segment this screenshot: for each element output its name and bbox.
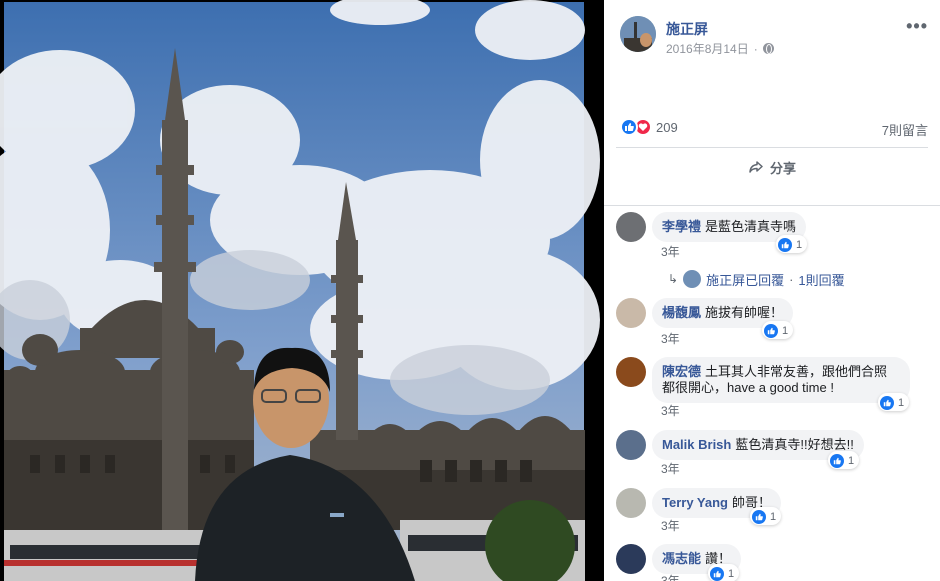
comment-time[interactable]: 3年: [661, 517, 680, 534]
commenter-name[interactable]: 楊馥鳳: [662, 305, 701, 320]
comment-item: Terry Yang 帥哥！ 1 3年: [616, 488, 936, 538]
commenter-name[interactable]: 陳宏德: [662, 364, 701, 379]
like-icon: [710, 566, 724, 581]
post-date[interactable]: 2016年8月14日: [666, 40, 749, 57]
share-button[interactable]: 分享: [616, 152, 928, 182]
commenter-name[interactable]: Terry Yang: [662, 495, 728, 510]
globe-icon: [762, 43, 774, 54]
comment-text: 施拔有帥喔！: [705, 305, 784, 320]
comment-time[interactable]: 3年: [661, 243, 680, 260]
comment-text: 是藍色清真寺嗎: [705, 219, 797, 234]
comment-like-badge[interactable]: 1: [750, 507, 782, 525]
comment-time[interactable]: 3年: [661, 402, 680, 419]
reaction-count[interactable]: 209: [656, 120, 678, 135]
comment-like-badge[interactable]: 1: [708, 564, 740, 581]
comment-bubble: 陳宏德 土耳其人非常友善，跟他們合照都很開心，have a good time !: [652, 357, 910, 403]
like-icon: [830, 453, 844, 468]
comment-time[interactable]: 3年: [661, 330, 680, 347]
reply-avatar: [683, 270, 702, 288]
like-icon: [880, 395, 894, 410]
author-avatar[interactable]: [620, 16, 656, 52]
commenter-avatar[interactable]: [616, 488, 646, 518]
post-photo[interactable]: [0, 0, 604, 581]
comment-like-badge[interactable]: 1: [878, 393, 910, 411]
reply-summary[interactable]: ↳ 施正屏已回覆 · 1則回覆: [668, 270, 845, 288]
reaction-bar: 209 7則留言: [620, 118, 928, 138]
comment-time[interactable]: 3年: [661, 572, 680, 581]
reply-author-text: 施正屏已回覆: [706, 272, 785, 288]
commenter-avatar[interactable]: [616, 298, 646, 328]
like-icon: [764, 323, 778, 338]
post-panel: 施正屏 2016年8月14日 · ••• 209 7則留言 分享 李學禮 是藍色清…: [604, 0, 940, 581]
commenter-avatar[interactable]: [616, 357, 646, 387]
commenter-avatar[interactable]: [616, 212, 646, 242]
share-icon: [749, 161, 763, 173]
reply-count: 1則回覆: [798, 272, 845, 288]
comment-like-badge[interactable]: 1: [762, 321, 794, 339]
comment-item: 馮志能 讚！ 1 3年: [616, 544, 936, 581]
divider: [616, 147, 928, 148]
comment-item: 李學禮 是藍色清真寺嗎 1 3年: [616, 212, 936, 272]
author-name[interactable]: 施正屏: [666, 19, 708, 39]
like-icon: [778, 237, 792, 252]
like-reaction-icon[interactable]: [620, 118, 638, 136]
commenter-name[interactable]: 李學禮: [662, 219, 701, 234]
more-options-button[interactable]: •••: [906, 16, 928, 37]
reply-arrow-icon: ↳: [668, 272, 679, 286]
post-meta: 2016年8月14日 ·: [666, 40, 774, 57]
divider: [604, 205, 940, 206]
comment-time[interactable]: 3年: [661, 460, 680, 477]
comment-count[interactable]: 7則留言: [882, 120, 928, 139]
mosque-photo-image: [0, 0, 604, 581]
comment-like-badge[interactable]: 1: [776, 235, 808, 253]
commenter-avatar[interactable]: [616, 430, 646, 460]
like-icon: [752, 509, 766, 524]
comment-like-badge[interactable]: 1: [828, 451, 860, 469]
commenter-name[interactable]: 馮志能: [662, 551, 701, 566]
comment-item: 陳宏德 土耳其人非常友善，跟他們合照都很開心，have a good time !…: [616, 357, 936, 419]
post-header: 施正屏 2016年8月14日 · •••: [620, 16, 928, 58]
commenter-avatar[interactable]: [616, 544, 646, 574]
comment-text: 藍色清真寺!!好想去!!: [735, 437, 854, 452]
share-label: 分享: [769, 160, 796, 176]
commenter-name[interactable]: Malik Brish: [662, 437, 731, 452]
comment-item: 楊馥鳳 施拔有帥喔！ 1 3年: [616, 298, 936, 348]
comment-item: Malik Brish 藍色清真寺!!好想去!! 1 3年: [616, 430, 936, 480]
